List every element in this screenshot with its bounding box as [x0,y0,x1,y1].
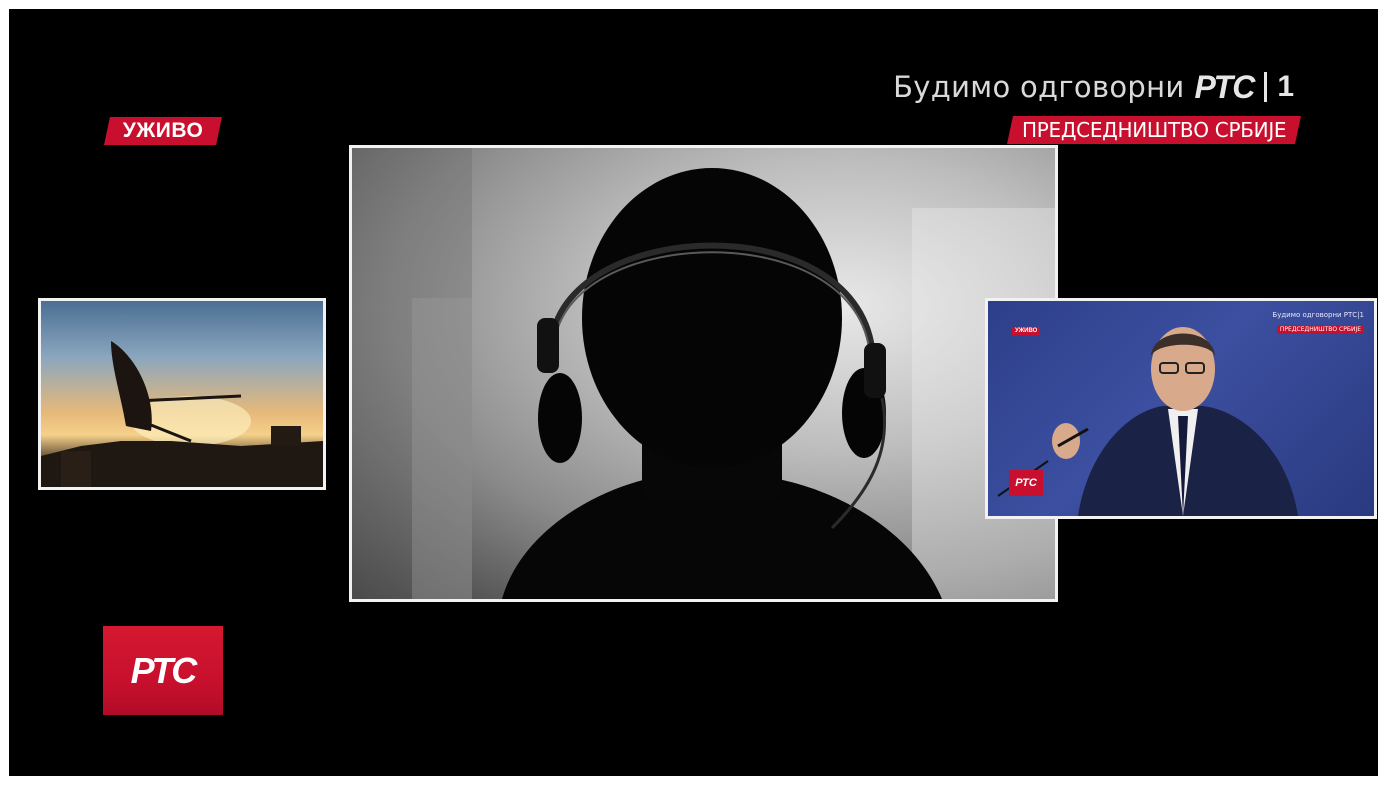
broadcast-frame: УЖИВО Будимо одговорни РТС 1 ПРЕДСЕДНИШТ… [9,9,1378,776]
live-badge: УЖИВО [104,117,222,145]
channel-tagline: Будимо одговорни РТС 1 [893,67,1294,107]
press-conference-image [997,327,1298,516]
main-video-frame [349,145,1058,602]
satellite-dish-image [41,341,323,487]
channel-logo-text: РТС [130,650,198,691]
live-badge-label: УЖИВО [122,119,204,142]
tagline-text: Будимо одговорни [893,70,1185,104]
inset-channel-logo-text: РТС [1015,477,1037,489]
right-video-frame: Будимо одговорни РТС|1 ПРЕДСЕДНИШТВО СРБ… [985,298,1377,519]
tagline-separator [1264,72,1268,102]
tagline-channel-number: 1 [1277,70,1294,103]
event-badge: ПРЕДСЕДНИШТВО СРБИЈЕ [1006,116,1301,144]
tagline-logo: РТС [1194,68,1256,105]
event-badge-label: ПРЕДСЕДНИШТВО СРБИЈЕ [1021,118,1286,142]
channel-logo: РТС [103,626,223,715]
inset-channel-logo: РТС [1009,470,1043,496]
headset-silhouette-image [352,148,1055,599]
left-video-frame [38,298,326,490]
